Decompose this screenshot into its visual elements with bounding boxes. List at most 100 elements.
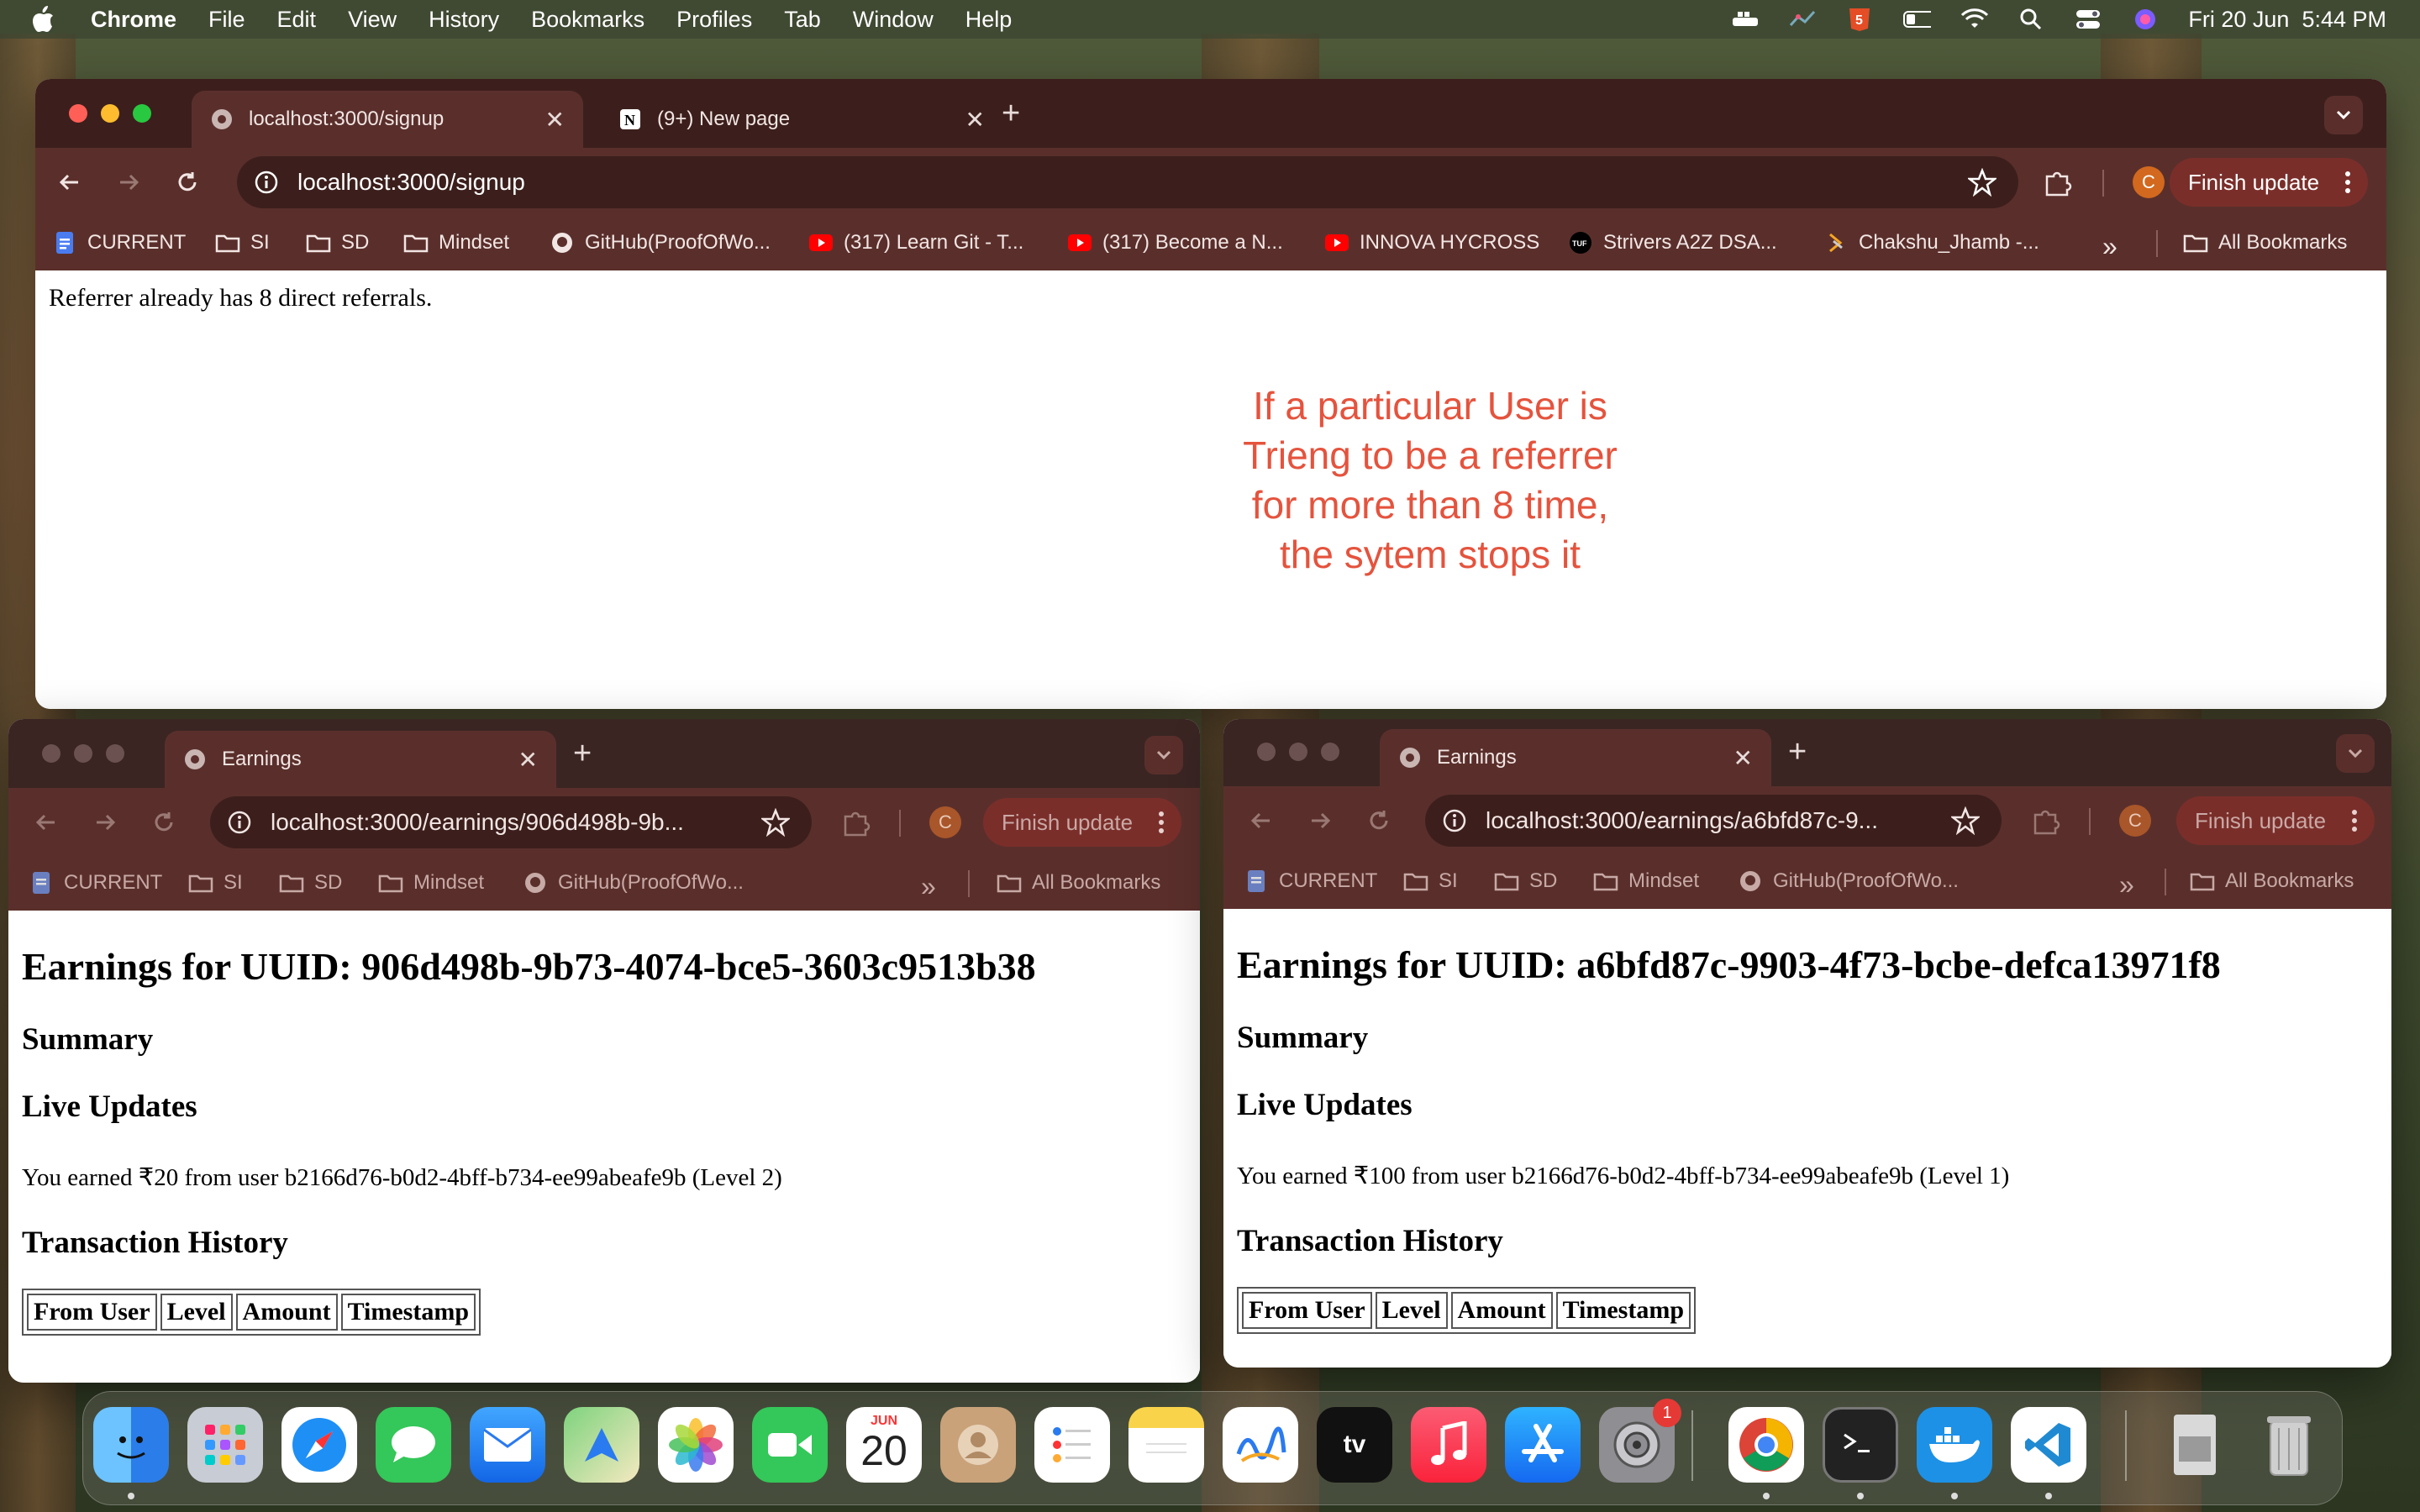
bookmark-folder-mindset[interactable]: Mindset xyxy=(378,871,484,895)
forward-button[interactable] xyxy=(1304,805,1336,837)
docker-status-icon[interactable] xyxy=(1731,8,1760,30)
apple-tv-icon[interactable]: tv xyxy=(1317,1407,1392,1483)
bookmark-folder-sd[interactable]: SD xyxy=(1494,869,1557,893)
address-bar[interactable]: localhost:3000/earnings/a6bfd87c-9... xyxy=(1425,795,2002,847)
bookmark-star-icon[interactable] xyxy=(1951,806,1980,835)
tab-notion[interactable]: N (9+) New page ✕ xyxy=(600,91,1003,148)
bookmark-folder-si[interactable]: SI xyxy=(1403,869,1458,893)
minimize-window-button[interactable] xyxy=(74,744,92,763)
menu-bookmarks[interactable]: Bookmarks xyxy=(531,7,644,33)
bookmark-folder-si[interactable]: SI xyxy=(188,871,243,895)
menu-window[interactable]: Window xyxy=(853,7,934,33)
notes-icon[interactable] xyxy=(1128,1407,1204,1483)
tab-signup[interactable]: localhost:3000/signup ✕ xyxy=(192,91,583,148)
menu-edit[interactable]: Edit xyxy=(277,7,317,33)
music-icon[interactable] xyxy=(1411,1407,1486,1483)
menu-help[interactable]: Help xyxy=(965,7,1013,33)
all-bookmarks-button[interactable]: All Bookmarks xyxy=(2183,231,2347,255)
tab-earnings[interactable]: Earnings ✕ xyxy=(165,731,556,788)
bookmark-folder-mindset[interactable]: Mindset xyxy=(1593,869,1699,893)
menu-view[interactable]: View xyxy=(348,7,397,33)
bookmark-folder-sd[interactable]: SD xyxy=(306,231,369,255)
bookmark-github[interactable]: GitHub(ProofOfWo... xyxy=(1738,869,1959,893)
close-window-button[interactable] xyxy=(69,104,87,123)
zoom-window-button[interactable] xyxy=(133,104,151,123)
close-window-button[interactable] xyxy=(42,744,60,763)
profile-avatar[interactable]: C xyxy=(929,806,961,838)
downloads-stack-icon[interactable] xyxy=(2157,1407,2233,1483)
app-store-icon[interactable] xyxy=(1505,1407,1581,1483)
html5-status-icon[interactable]: 5 xyxy=(1845,8,1874,31)
safari-icon[interactable] xyxy=(281,1407,357,1483)
more-menu-icon[interactable] xyxy=(2351,809,2358,832)
new-tab-button[interactable]: + xyxy=(573,736,592,772)
menu-tab[interactable]: Tab xyxy=(784,7,821,33)
menu-history[interactable]: History xyxy=(429,7,499,33)
menu-app-chrome[interactable]: Chrome xyxy=(91,7,176,33)
bookmark-current[interactable]: CURRENT xyxy=(29,871,162,895)
terminal-icon[interactable] xyxy=(1823,1407,1898,1483)
contacts-icon[interactable] xyxy=(940,1407,1016,1483)
back-button[interactable] xyxy=(1245,805,1277,837)
bookmarks-overflow-button[interactable]: » xyxy=(2119,869,2134,900)
bookmark-current[interactable]: CURRENT xyxy=(52,231,186,255)
finish-update-button[interactable]: Finish update xyxy=(983,798,1181,847)
back-button[interactable] xyxy=(30,806,62,838)
spotlight-search-icon[interactable] xyxy=(2017,8,2045,30)
bookmark-folder-sd[interactable]: SD xyxy=(279,871,342,895)
address-bar[interactable]: localhost:3000/earnings/906d498b-9b... xyxy=(210,796,812,848)
more-menu-icon[interactable] xyxy=(1158,811,1165,834)
bookmark-youtube-innova[interactable]: INNOVA HYCROSS xyxy=(1324,231,1539,255)
menu-profiles[interactable]: Profiles xyxy=(676,7,752,33)
bookmark-star-icon[interactable] xyxy=(1968,168,1996,197)
facetime-icon[interactable] xyxy=(752,1407,828,1483)
site-info-icon[interactable] xyxy=(227,810,252,835)
calendar-icon[interactable]: JUN 20 xyxy=(846,1407,922,1483)
graph-status-icon[interactable] xyxy=(1788,8,1817,30)
bookmark-current[interactable]: CURRENT xyxy=(1244,869,1377,893)
profile-avatar[interactable]: C xyxy=(2119,805,2151,837)
launchpad-icon[interactable] xyxy=(187,1407,263,1483)
finish-update-button[interactable]: Finish update xyxy=(2170,158,2368,207)
reload-button[interactable] xyxy=(1363,805,1395,837)
close-tab-icon[interactable]: ✕ xyxy=(1733,744,1753,772)
site-info-icon[interactable] xyxy=(254,170,279,195)
new-tab-button[interactable]: + xyxy=(1788,734,1807,770)
photos-icon[interactable] xyxy=(658,1407,734,1483)
close-tab-icon[interactable]: ✕ xyxy=(518,746,538,774)
address-bar[interactable]: localhost:3000/signup xyxy=(237,156,2018,208)
vscode-icon[interactable] xyxy=(2011,1407,2086,1483)
docker-icon[interactable] xyxy=(1917,1407,1992,1483)
back-button[interactable] xyxy=(54,166,86,198)
bookmarks-overflow-button[interactable]: » xyxy=(2102,231,2118,262)
trash-icon[interactable] xyxy=(2251,1407,2327,1483)
extensions-puzzle-icon[interactable] xyxy=(2042,166,2074,198)
bookmark-github[interactable]: GitHub(ProofOfWo... xyxy=(550,231,771,255)
freeform-icon[interactable] xyxy=(1223,1407,1298,1483)
control-center-icon[interactable] xyxy=(2074,8,2102,30)
bookmark-star-icon[interactable] xyxy=(761,808,790,837)
extensions-puzzle-icon[interactable] xyxy=(2030,805,2062,837)
menubar-clock[interactable]: Fri 20 Jun 5:44 PM xyxy=(2188,7,2386,33)
bookmark-folder-si[interactable]: SI xyxy=(215,231,270,255)
menu-file[interactable]: File xyxy=(208,7,245,33)
new-tab-button[interactable]: + xyxy=(1002,96,1020,132)
battery-icon[interactable] xyxy=(1902,8,1932,30)
reminders-icon[interactable] xyxy=(1034,1407,1110,1483)
all-bookmarks-button[interactable]: All Bookmarks xyxy=(2190,869,2354,893)
tab-earnings[interactable]: Earnings ✕ xyxy=(1380,729,1771,786)
tab-search-button[interactable] xyxy=(1144,736,1183,774)
profile-avatar[interactable]: C xyxy=(2133,166,2165,198)
tab-search-button[interactable] xyxy=(2324,96,2363,134)
reload-button[interactable] xyxy=(148,806,180,838)
messages-icon[interactable] xyxy=(376,1407,451,1483)
zoom-window-button[interactable] xyxy=(1321,743,1339,761)
close-tab-icon[interactable]: ✕ xyxy=(965,106,985,134)
bookmark-youtube-git[interactable]: (317) Learn Git - T... xyxy=(808,231,1023,255)
forward-button[interactable] xyxy=(113,166,145,198)
system-settings-icon[interactable]: 1 xyxy=(1599,1399,1681,1483)
minimize-window-button[interactable] xyxy=(1289,743,1307,761)
siri-icon[interactable] xyxy=(2131,8,2160,30)
more-menu-icon[interactable] xyxy=(2344,171,2351,194)
close-window-button[interactable] xyxy=(1257,743,1276,761)
